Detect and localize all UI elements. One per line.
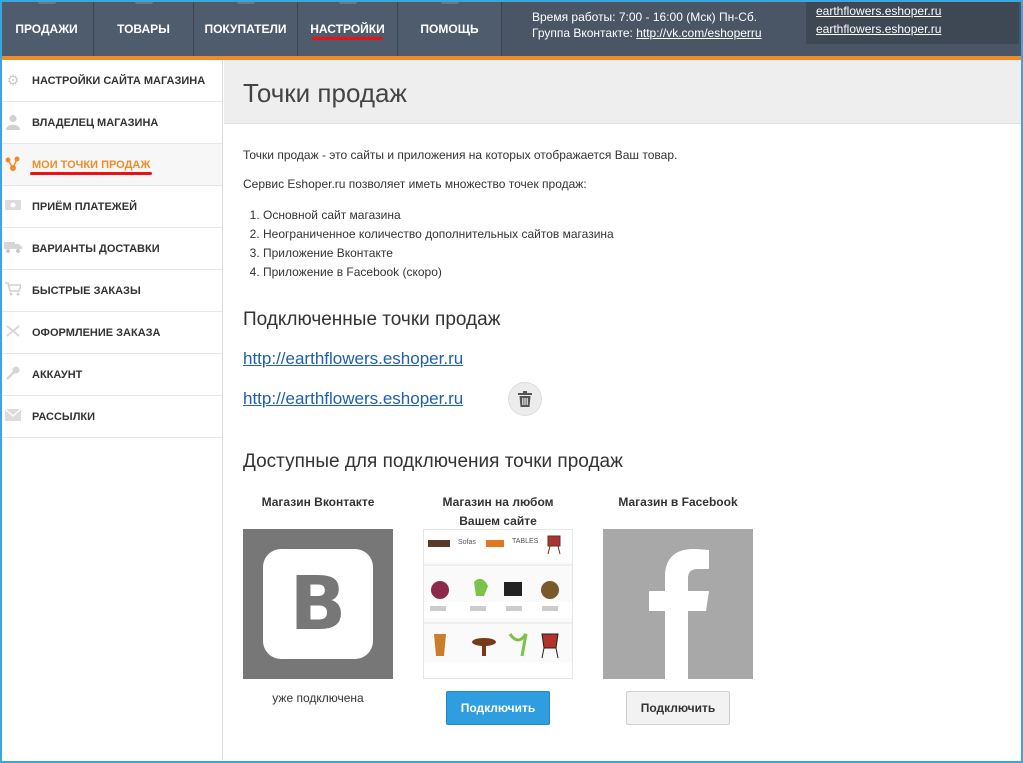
active-underline [312,37,383,40]
truck-icon [4,240,22,256]
nav-label: ПОКУПАТЕЛИ [204,22,287,36]
facebook-f-icon [649,549,709,679]
help-icon [440,0,459,4]
nav-help[interactable]: ПОМОЩЬ [398,0,502,56]
connected-heading: Подключенные точки продаж [243,309,501,330]
sidebar-item-mailings[interactable]: РАССЫЛКИ [0,396,222,438]
site-switcher: earthflowers.eshoper.ru earthflowers.esh… [806,0,1019,44]
sidebar-item-delivery[interactable]: ВАРИАНТЫ ДОСТАВКИ [0,228,222,270]
work-hours: Время работы: 7:00 - 16:00 (Мск) Пн-Сб. [532,10,758,24]
site-preview-image: Sofas TABLES [423,529,573,679]
available-cards: Магазин Вконтакте B уже подключена Магаз… [243,493,1023,753]
cart-icon [4,282,23,298]
list-item: Неограниченное количество дополнительных… [263,225,1023,244]
sidebar-item-label: ВАРИАНТЫ ДОСТАВКИ [32,242,160,255]
sidebar-item-label: РАССЫЛКИ [32,410,96,423]
sidebar-item-checkout[interactable]: ОФОРМЛЕНИЕ ЗАКАЗА [0,312,222,354]
card-vk: Магазин Вконтакте B уже подключена [243,493,393,705]
site-link[interactable]: earthflowers.eshoper.ru [816,2,1019,20]
list-item: Приложение в Facebook (скоро) [263,263,1023,282]
intro-text: Точки продаж - это сайты и приложения на… [243,148,678,162]
main-content: Точки продаж Точки продаж - это сайты и … [224,60,1023,763]
settings-icon [338,0,357,4]
available-heading: Доступные для подключения точки продаж [243,451,623,472]
sidebar-item-quick-orders[interactable]: БЫСТРЫЕ ЗАКАЗЫ [0,270,222,312]
nav-settings[interactable]: НАСТРОЙКИ [298,0,398,56]
active-underline [30,172,152,175]
card-any-site: Магазин на любом Вашем сайте Sofas TABLE… [423,493,573,725]
vk-logo: B [243,529,393,679]
card-title: Магазин в Facebook [618,495,738,509]
vk-group-link[interactable]: http://vk.com/eshoperru [636,26,761,40]
title-band: Точки продаж [224,60,1023,124]
nav-label: ТОВАРЫ [117,22,170,36]
checkout-icon [4,324,22,340]
connected-row: http://earthflowers.eshoper.ru [243,382,1023,416]
trash-icon [518,391,532,407]
sidebar-item-label: АККАУНТ [32,368,83,381]
vk-b-icon: B [263,549,373,659]
service-text: Сервис Eshoper.ru позволяет иметь множес… [243,177,587,191]
connected-link[interactable]: http://earthflowers.eshoper.ru [243,349,463,368]
sidebar-item-owner[interactable]: ВЛАДЕЛЕЦ МАГАЗИНА [0,102,222,144]
key-icon [4,366,22,382]
support-info: Время работы: 7:00 - 16:00 (Мск) Пн-Сб. … [532,9,762,41]
content-body: Точки продаж - это сайты и приложения на… [224,148,1023,753]
nav-sales[interactable]: ПРОДАЖИ [0,0,94,56]
vk-group-line: Группа Вконтакте: http://vk.com/eshoperr… [532,25,762,41]
user-icon [4,114,22,130]
top-navigation: ПРОДАЖИ ТОВАРЫ ПОКУПАТЕЛИ НАСТРОЙКИ ПОМО… [0,0,1023,60]
connect-button-facebook[interactable]: Подключить [626,691,730,725]
features-list: Основной сайт магазина Неограниченное ко… [263,206,1023,282]
sales-points-icon [4,156,22,172]
thumb-text-tables: TABLES [512,538,539,545]
sidebar-item-label: ОФОРМЛЕНИЕ ЗАКАЗА [32,326,161,339]
card-facebook: Магазин в Facebook Подключить [603,493,753,725]
list-item: Основной сайт магазина [263,206,1023,225]
sidebar-item-label: МОИ ТОЧКИ ПРОДАЖ [32,158,151,171]
sidebar-item-account[interactable]: АККАУНТ [0,354,222,396]
settings-sidebar: ⚙ НАСТРОЙКИ САЙТА МАГАЗИНА ВЛАДЕЛЕЦ МАГА… [0,60,223,763]
connected-row: http://earthflowers.eshoper.ru [243,349,1023,371]
card-title: Магазин на любом Вашем сайте [442,495,554,528]
customers-icon [236,0,255,4]
money-icon [4,198,22,214]
nav-products[interactable]: ТОВАРЫ [94,0,194,56]
page-title: Точки продаж [243,78,407,108]
sidebar-item-sales-points[interactable]: МОИ ТОЧКИ ПРОДАЖ [0,144,222,186]
nav-label: НАСТРОЙКИ [310,22,385,36]
gear-icon: ⚙ [6,72,20,88]
card-title: Магазин Вконтакте [261,495,375,509]
mail-icon [4,408,22,424]
delete-button[interactable] [508,382,542,416]
facebook-logo [603,529,753,679]
connect-button-site[interactable]: Подключить [446,691,550,725]
card-status: уже подключена [272,691,364,705]
sidebar-item-label: ПРИЁМ ПЛАТЕЖЕЙ [32,200,137,213]
sidebar-item-payments[interactable]: ПРИЁМ ПЛАТЕЖЕЙ [0,186,222,228]
sidebar-item-label: НАСТРОЙКИ САЙТА МАГАЗИНА [32,74,206,87]
nav-label: ПОМОЩЬ [420,22,479,36]
thumb-text-sofas: Sofas [458,539,476,546]
sidebar-item-store-settings[interactable]: ⚙ НАСТРОЙКИ САЙТА МАГАЗИНА [0,60,222,102]
connected-link[interactable]: http://earthflowers.eshoper.ru [243,389,463,408]
list-item: Приложение Вконтакте [263,244,1023,263]
products-icon [134,0,153,4]
nav-label: ПРОДАЖИ [15,22,78,36]
site-link[interactable]: earthflowers.eshoper.ru [816,20,1019,38]
sidebar-item-label: БЫСТРЫЕ ЗАКАЗЫ [32,284,141,297]
sidebar-item-label: ВЛАДЕЛЕЦ МАГАЗИНА [32,116,159,129]
vk-group-label: Группа Вконтакте: [532,26,633,40]
nav-customers[interactable]: ПОКУПАТЕЛИ [194,0,298,56]
sales-icon [37,0,56,4]
